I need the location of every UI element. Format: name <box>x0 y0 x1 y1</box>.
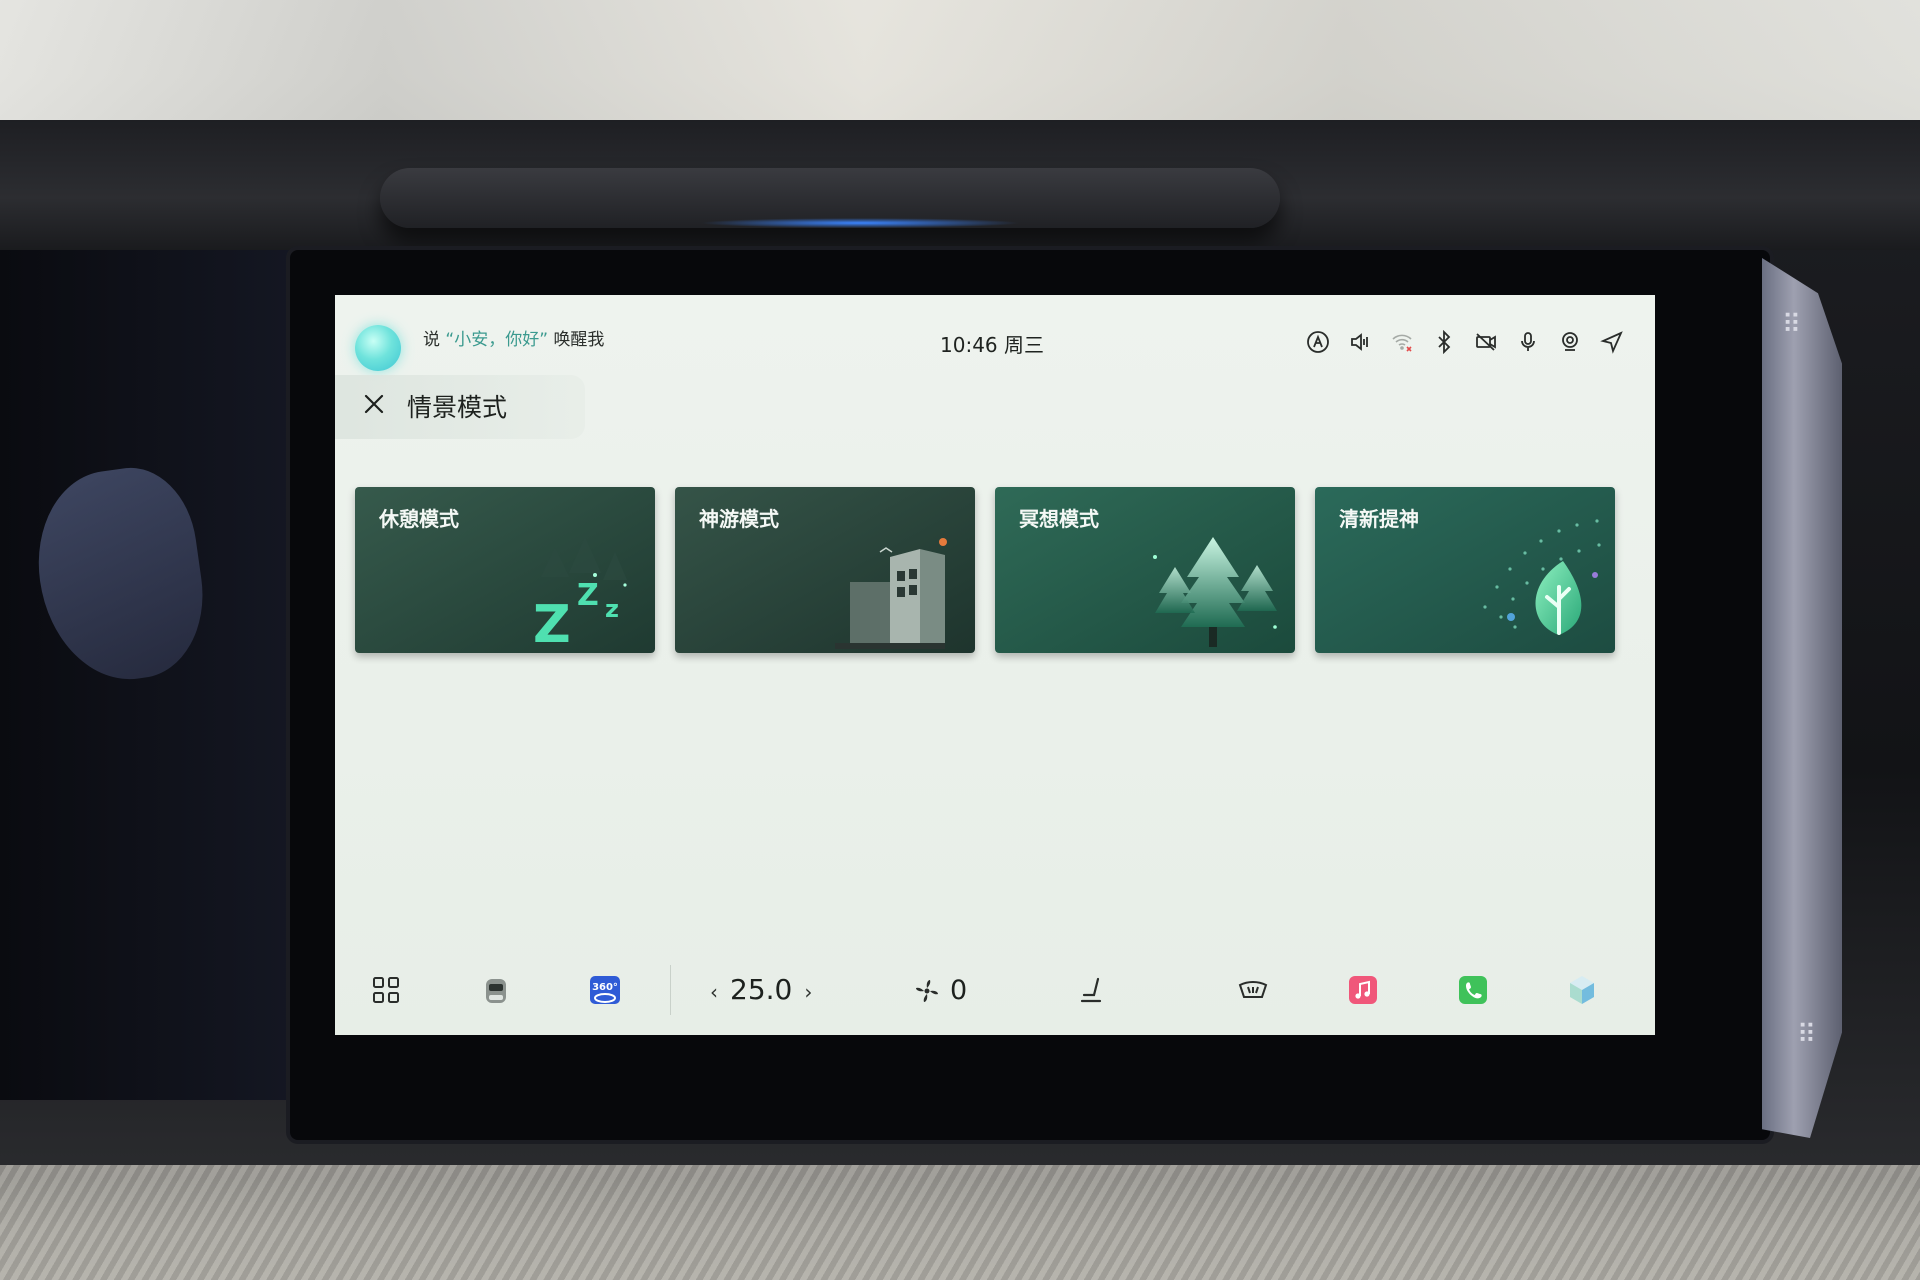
temperature-control: ‹ 25.0 › <box>698 973 824 1006</box>
mode-card-meditation-label: 冥想模式 <box>1019 507 1099 531</box>
close-icon[interactable] <box>363 393 385 415</box>
mode-card-rest-label: 休憩模式 <box>379 507 459 531</box>
fan-level: 0 <box>950 975 968 1006</box>
mode-card-meditation[interactable]: 冥想模式 <box>995 487 1295 653</box>
infotainment-screen: 说 “小安，你好” 唤醒我 10:46 周三 情景模式 Z Z z 休憩模式 神… <box>335 295 1655 1035</box>
wifi-off-icon <box>1389 329 1414 354</box>
mode-card-refresh-label: 清新提神 <box>1339 507 1419 531</box>
view-360-label: 360° <box>592 982 618 993</box>
status-icons <box>1305 329 1624 354</box>
voice-assistant-orb-icon[interactable] <box>355 325 401 371</box>
seat-icon[interactable] <box>1070 967 1116 1013</box>
voice-hint-suffix: 唤醒我 <box>553 330 605 350</box>
phone-icon[interactable] <box>1450 967 1496 1013</box>
page-header: 情景模式 <box>335 375 585 439</box>
music-icon[interactable] <box>1340 967 1386 1013</box>
temp-decrease-icon[interactable]: ‹ <box>710 980 718 1004</box>
mode-card-refresh[interactable]: 清新提神 <box>1315 487 1615 653</box>
defrost-icon[interactable] <box>1230 967 1276 1013</box>
webcam-icon[interactable] <box>1557 329 1582 354</box>
camera-off-icon[interactable] <box>1473 329 1498 354</box>
status-bar: 说 “小安，你好” 唤醒我 10:46 周三 <box>335 295 1655 371</box>
apps-grid-icon[interactable] <box>363 967 409 1013</box>
temperature-value: 25.0 <box>730 973 793 1006</box>
page-title: 情景模式 <box>407 393 508 422</box>
dashboard-trim <box>0 1165 1920 1280</box>
svg-text:Z: Z <box>577 578 599 613</box>
microphone-icon[interactable] <box>1515 329 1540 354</box>
mode-card-daydream-label: 神游模式 <box>699 507 779 531</box>
profile-icon[interactable] <box>1305 329 1330 354</box>
instrument-cluster-edge <box>0 250 320 1100</box>
clock: 10:46 周三 <box>940 333 1044 357</box>
svg-text:Z: Z <box>533 595 571 653</box>
bezel-grip-bottom-icon: ⠿ <box>1797 1020 1816 1050</box>
navigation-icon[interactable] <box>1599 329 1624 354</box>
view-360-button[interactable]: 360° <box>580 965 630 1015</box>
display-side-edge <box>1762 258 1842 1138</box>
volume-icon[interactable] <box>1347 329 1372 354</box>
temp-increase-icon[interactable]: › <box>804 980 812 1004</box>
mode-card-daydream[interactable]: 神游模式 <box>675 487 975 653</box>
mode-card-rest[interactable]: Z Z z 休憩模式 <box>355 487 655 653</box>
svg-text:z: z <box>605 595 619 623</box>
voice-hint-prefix: 说 <box>423 330 440 350</box>
fan-icon[interactable] <box>907 971 947 1011</box>
wake-word: “小安，你好” <box>445 330 549 350</box>
voice-hint: 说 “小安，你好” 唤醒我 <box>423 325 604 350</box>
assistant-cube-icon[interactable] <box>1557 965 1607 1015</box>
hud-ambient-light <box>700 218 1020 228</box>
car-icon[interactable] <box>473 967 519 1013</box>
dock-divider <box>670 965 671 1015</box>
bezel-grip-top-icon: ⠿ <box>1782 310 1801 340</box>
bluetooth-icon[interactable] <box>1431 329 1456 354</box>
